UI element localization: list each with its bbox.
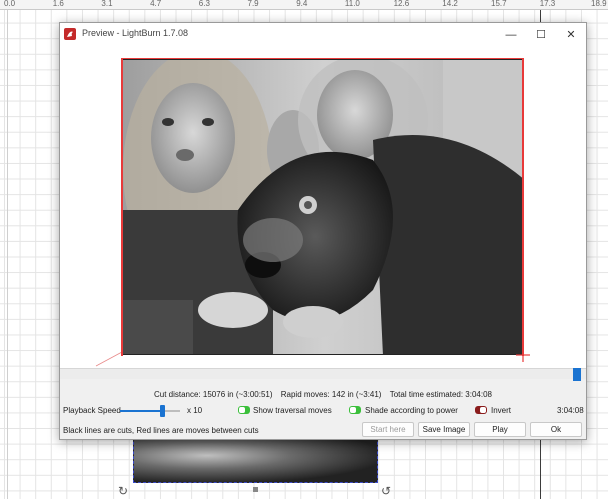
ruler-tick-label: 3.1 <box>101 0 113 8</box>
selected-image-object[interactable] <box>133 437 378 483</box>
playback-speed-slider[interactable] <box>120 405 180 417</box>
ruler-tick-label: 6.3 <box>198 0 210 8</box>
top-ruler: 0.0 1.6 3.1 4.7 6.3 7.9 9.4 11.0 12.6 14.2 15.7 17.… <box>0 0 608 10</box>
minimize-button[interactable]: — <box>496 23 526 46</box>
rapid-moves: Rapid moves: 142 in (~3:41) <box>280 390 382 399</box>
playback-position-slider[interactable] <box>60 368 586 381</box>
ruler-tick-label: 1.6 <box>52 0 64 8</box>
shade-power-toggle[interactable] <box>349 406 361 414</box>
laser-head-crosshair-icon <box>516 348 530 362</box>
ruler-tick-label: 11.0 <box>344 0 360 8</box>
engraving-preview-photo <box>122 59 524 355</box>
ruler-tick-label: 4.7 <box>150 0 162 8</box>
workspace-left-edge <box>7 10 8 499</box>
selected-image-thumbnail <box>134 438 377 482</box>
resize-handle-bottom[interactable] <box>253 487 258 492</box>
ruler-tick-label: 18.9 <box>591 0 607 8</box>
footer-row: Black lines are cuts, Red lines are move… <box>60 422 586 438</box>
playback-position-thumb[interactable] <box>572 368 581 381</box>
rapid-move-left-edge <box>121 58 123 356</box>
preview-canvas[interactable] <box>60 46 586 368</box>
ok-button[interactable]: Ok <box>530 422 582 437</box>
show-traversal-toggle[interactable] <box>238 406 250 414</box>
speed-multiplier: x 10 <box>187 406 203 415</box>
title-bar[interactable]: Preview - LightBurn 1.7.08 — ☐ ✕ <box>60 23 586 46</box>
photo-rendering <box>123 60 523 354</box>
ruler-tick-label: 14.2 <box>442 0 458 8</box>
playback-speed-label: Playback Speed <box>63 406 121 415</box>
ruler-tick-label: 12.6 <box>393 0 410 8</box>
rotate-handle-right-icon[interactable]: ↺ <box>381 484 391 498</box>
invert-toggle[interactable] <box>475 406 487 414</box>
playback-speed-thumb[interactable] <box>160 405 165 417</box>
ruler-tick-label: 9.4 <box>296 0 308 8</box>
playback-controls-row: Playback Speed x 10 Show traversal moves… <box>60 404 586 418</box>
lightburn-logo-icon <box>64 28 76 40</box>
elapsed-time: 3:04:08 <box>557 406 584 415</box>
maximize-button[interactable]: ☐ <box>526 23 556 46</box>
rapid-move-right-edge <box>522 58 524 356</box>
preview-window: Preview - LightBurn 1.7.08 — ☐ ✕ Cut dis… <box>59 22 587 440</box>
shade-power-label: Shade according to power <box>365 406 458 415</box>
cut-distance: Cut distance: 15076 in (~3:00:51) <box>153 390 273 399</box>
ruler-tick-label: 0.0 <box>4 0 16 8</box>
play-button[interactable]: Play <box>474 422 526 437</box>
cut-legend-hint: Black lines are cuts, Red lines are move… <box>63 426 259 435</box>
maximize-icon: ☐ <box>536 29 546 41</box>
ruler-tick-label: 17.3 <box>539 0 556 8</box>
close-button[interactable]: ✕ <box>556 23 586 46</box>
rapid-move-top-edge <box>123 58 522 59</box>
show-traversal-label: Show traversal moves <box>253 406 332 415</box>
save-image-button[interactable]: Save Image <box>418 422 470 437</box>
rotate-handle-left-icon[interactable]: ↻ <box>118 484 128 498</box>
total-time: Total time estimated: 3:04:08 <box>389 390 492 399</box>
close-icon: ✕ <box>566 29 576 41</box>
start-here-button[interactable]: Start here <box>362 422 414 437</box>
ruler-tick-label: 7.9 <box>247 0 259 8</box>
window-title: Preview - LightBurn 1.7.08 <box>82 28 189 38</box>
ruler-tick-label: 15.7 <box>491 0 507 8</box>
minimize-icon: — <box>505 28 517 41</box>
cut-statistics: Cut distance: 15076 in (~3:00:51) Rapid … <box>60 390 586 399</box>
playback-speed-fill <box>120 410 162 412</box>
invert-label: Invert <box>491 406 512 415</box>
